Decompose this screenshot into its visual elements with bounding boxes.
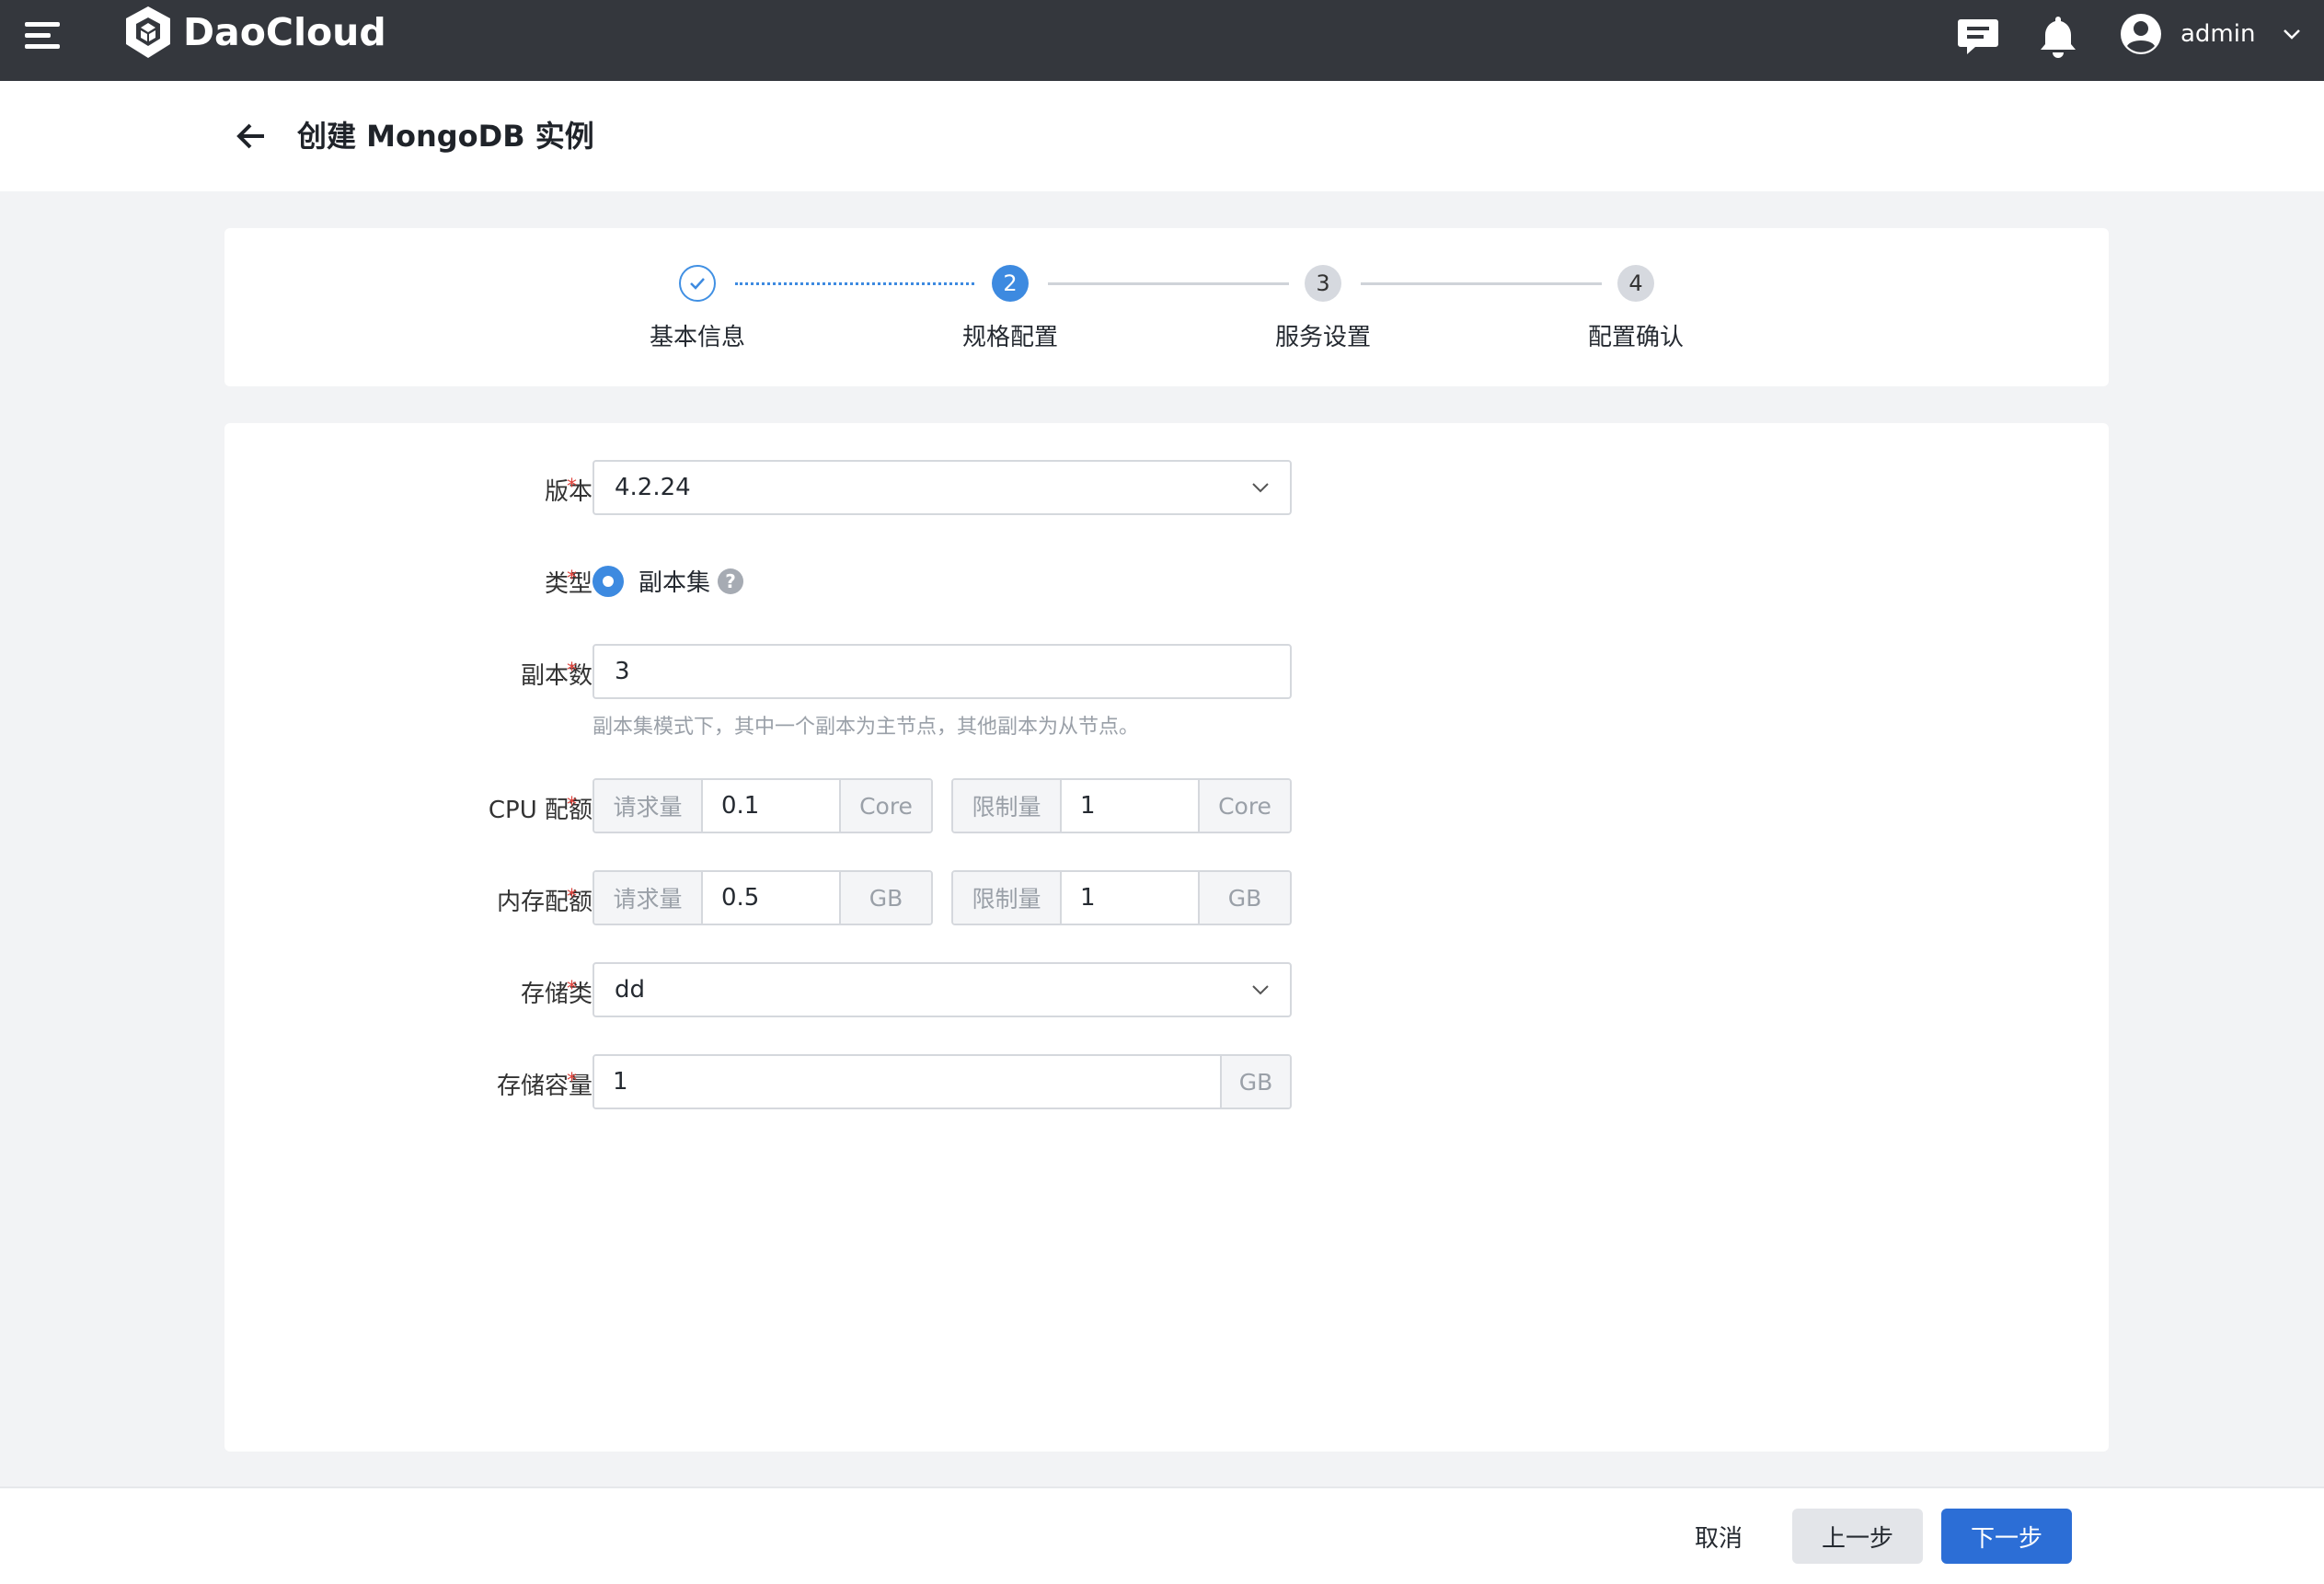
daocloud-logo-icon [126,6,170,58]
memory-limit-group: 限制量 1 GB [951,870,1292,925]
chevron-down-icon [1252,483,1269,493]
radio-label: 副本集 [639,569,711,597]
chevron-down-icon [2284,29,2301,40]
chevron-down-icon [1252,985,1269,995]
memory-request-prefix: 请求量 [594,872,703,924]
memory-request-group: 请求量 0.5 GB [593,870,933,925]
storage-capacity-input[interactable]: 1 [594,1056,1220,1108]
required-mark: * [567,1070,577,1093]
help-icon[interactable]: ? [718,568,744,594]
menu-icon[interactable] [25,20,62,57]
step-service-settings[interactable]: 3 服务设置 [1231,265,1415,352]
cpu-limit-unit: Core [1198,780,1290,832]
step-label: 服务设置 [1274,324,1371,351]
next-step-button[interactable]: 下一步 [1941,1509,2072,1564]
brand-name: DaoCloud [183,10,386,54]
user-name: admin [2180,20,2256,48]
step-label: 规格配置 [961,324,1058,351]
version-select[interactable]: 4.2.24 [593,460,1292,515]
memory-limit-input[interactable]: 1 [1062,872,1198,924]
required-mark: * [567,476,577,499]
step-number: 3 [1305,265,1341,302]
replicas-input[interactable]: 3 [593,644,1292,699]
bell-icon[interactable] [2035,13,2081,59]
required-mark: * [567,886,577,909]
replicas-hint: 副本集模式下，其中一个副本为主节点，其他副本为从节点。 [593,716,1140,739]
storage-capacity-unit: GB [1220,1056,1290,1108]
spec-form: 版本 * 4.2.24 类型 * 副本集 ? 副本数 * 3 副本集模式下，其中… [224,423,2109,1452]
type-radio-replicaset[interactable]: 副本集 ? [593,564,744,598]
cpu-limit-group: 限制量 1 Core [951,778,1292,833]
check-icon [679,265,716,302]
step-confirm[interactable]: 4 配置确认 [1544,265,1728,352]
storage-class-label: 存储类 [520,981,593,1008]
memory-label: 内存配额 [496,889,593,916]
cpu-request-prefix: 请求量 [594,780,703,832]
memory-limit-unit: GB [1198,872,1290,924]
step-label: 配置确认 [1587,324,1684,351]
storage-capacity-label: 存储容量 [496,1073,593,1100]
required-mark: * [567,568,577,591]
step-number: 4 [1617,265,1654,302]
cancel-button[interactable]: 取消 [1663,1509,1774,1564]
replicas-value: 3 [615,658,630,685]
required-mark: * [567,660,577,683]
user-avatar-icon [2121,14,2161,54]
step-number: 2 [992,265,1029,302]
radio-checked-icon [593,565,624,597]
step-label: 基本信息 [649,324,745,351]
cpu-label: CPU 配额 [488,797,593,824]
cpu-limit-prefix: 限制量 [953,780,1062,832]
memory-request-input[interactable]: 0.5 [703,872,839,924]
step-spec-config[interactable]: 2 规格配置 [918,265,1102,352]
version-value: 4.2.24 [615,474,691,501]
storage-class-value: dd [615,976,646,1004]
previous-step-button[interactable]: 上一步 [1792,1509,1923,1564]
cpu-limit-input[interactable]: 1 [1062,780,1198,832]
footer-actions: 取消 上一步 下一步 [0,1486,2324,1584]
cpu-request-group: 请求量 0.1 Core [593,778,933,833]
page-title: 创建 MongoDB 实例 [297,119,594,154]
page-header: 创建 MongoDB 实例 [0,81,2324,191]
cpu-request-unit: Core [839,780,931,832]
stepper-card: 基本信息 2 规格配置 3 服务设置 4 配置确认 [224,228,2109,386]
required-mark: * [567,794,577,817]
step-basic-info[interactable]: 基本信息 [605,265,789,352]
cpu-request-input[interactable]: 0.1 [703,780,839,832]
memory-request-unit: GB [839,872,931,924]
storage-capacity-group: 1 GB [593,1054,1292,1109]
top-nav-bar: DaoCloud admin [0,0,2324,81]
user-menu[interactable]: admin [2118,11,2303,57]
memory-limit-prefix: 限制量 [953,872,1062,924]
back-arrow-icon[interactable] [233,118,270,155]
replicas-label: 副本数 [520,662,593,690]
storage-class-select[interactable]: dd [593,962,1292,1017]
brand-logo[interactable]: DaoCloud [122,5,386,60]
message-icon[interactable] [1955,13,2001,59]
required-mark: * [567,978,577,1001]
